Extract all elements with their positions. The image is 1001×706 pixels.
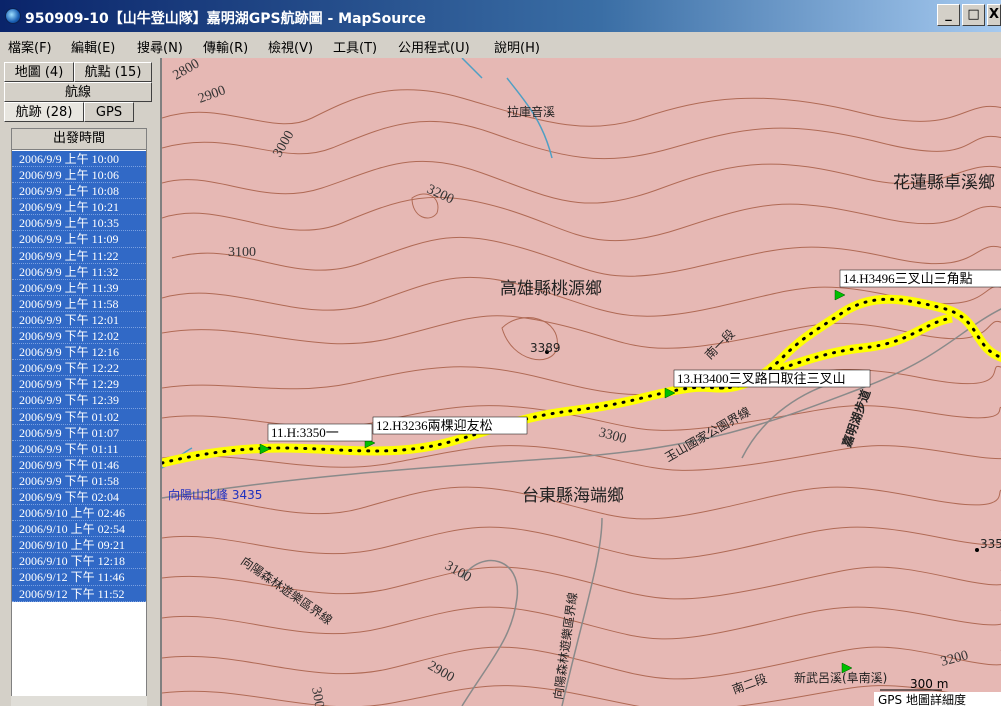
place-label-xinwu-creek: 新武呂溪(阜南溪) — [794, 670, 887, 685]
list-horizontal-scrollbar[interactable] — [11, 696, 147, 706]
table-row[interactable]: 2006/9/9 上午 11:22 — [12, 247, 146, 264]
waypoint-label-14[interactable]: 14.H3496三叉山三角點 — [843, 271, 973, 286]
table-row[interactable]: 2006/9/9 下午 12:01 — [12, 311, 146, 329]
boundary-label-yushan: 玉山國家公園界線 — [662, 404, 753, 465]
table-row[interactable]: 2006/9/9 上午 11:09 — [12, 231, 146, 248]
waypoint-label-13[interactable]: 13.H3400三叉路口取往三叉山 — [677, 371, 846, 386]
window-title: 950909-10【山牛登山隊】嘉明湖GPS航跡圖 - MapSource — [25, 11, 426, 27]
table-row[interactable]: 2006/9/9 下午 01:11 — [12, 440, 146, 457]
menu-search[interactable]: 搜尋(N) — [137, 37, 183, 56]
table-row[interactable]: 2006/9/9 下午 12:39 — [12, 392, 146, 409]
map-scale: 300 m GPS 地圖詳細度 — [874, 677, 1001, 706]
table-row[interactable]: 2006/9/9 上午 10:00 — [12, 151, 146, 168]
table-row[interactable]: 2006/9/9 下午 02:04 — [12, 488, 146, 506]
elevation-label-335: 335 — [980, 537, 1001, 551]
table-row[interactable]: 2006/9/12 下午 11:52 — [12, 585, 146, 602]
region-label-hualien: 花蓮縣卓溪鄉 — [893, 173, 995, 193]
contour-label-2900: 2900 — [196, 83, 227, 107]
close-button[interactable]: X — [987, 4, 1001, 26]
waypoint-label-12[interactable]: 12.H3236兩棵迎友松 — [376, 418, 493, 433]
tab-maps[interactable]: 地圖 (4) — [4, 62, 74, 82]
contour-label-3000: 3000 — [270, 128, 297, 160]
table-row[interactable]: 2006/9/9 上午 11:58 — [12, 295, 146, 312]
table-row[interactable]: 2006/9/9 下午 12:22 — [12, 360, 146, 377]
topo-map[interactable]: 11.H:3350一 12.H3236兩棵迎友松 13.H3400三叉路口取往三… — [162, 58, 1001, 706]
menu-utilities[interactable]: 公用程式(U) — [398, 37, 470, 56]
boundary-label-forest-east: 向陽森林遊樂區界線 — [550, 591, 580, 700]
boundary-lines — [162, 308, 1001, 706]
contour-label-2900-south: 2900 — [425, 658, 457, 685]
region-label-kaohsiung: 高雄縣桃源鄉 — [500, 279, 602, 299]
contour-label-3100: 3100 — [228, 245, 256, 260]
contour-label-3200-south: 3200 — [939, 648, 970, 670]
column-header-start-time[interactable]: 出發時間 — [12, 129, 146, 150]
menu-file[interactable]: 檔案(F) — [8, 37, 52, 56]
table-row[interactable]: 2006/9/9 下午 01:02 — [12, 408, 146, 425]
table-row[interactable]: 2006/9/12 下午 11:46 — [12, 569, 146, 586]
place-label-lakuyin-creek: 拉庫音溪 — [507, 104, 555, 119]
table-row[interactable]: 2006/9/9 下午 01:07 — [12, 424, 146, 441]
map-detail-label: GPS 地圖詳細度 — [878, 692, 966, 706]
table-row[interactable]: 2006/9/9 下午 12:29 — [12, 376, 146, 393]
table-row[interactable]: 2006/9/9 上午 11:39 — [12, 279, 146, 296]
menu-transfer[interactable]: 傳輸(R) — [203, 37, 248, 56]
track-rows: 2006/9/9 上午 10:00 2006/9/9 上午 10:06 2006… — [12, 151, 146, 602]
trail-label-south-section-1: 南一段 — [702, 326, 738, 362]
tab-tracks[interactable]: 航跡 (28) — [4, 102, 84, 122]
trail-label-jiaming: 嘉明湖步道 — [838, 387, 873, 449]
contour-label-3300: 3300 — [597, 425, 628, 447]
table-row[interactable]: 2006/9/9 上午 10:06 — [12, 167, 146, 184]
peak-label-xiangyang-north: 向陽山北峰 3435 — [168, 487, 262, 502]
tab-routes[interactable]: 航線 — [4, 82, 152, 102]
table-row[interactable]: 2006/9/9 下午 12:02 — [12, 328, 146, 345]
contour-lines — [162, 89, 1001, 706]
table-row[interactable]: 2006/9/10 上午 02:46 — [12, 505, 146, 522]
waypoint-flag-icon[interactable] — [834, 289, 846, 301]
menu-bar: 檔案(F) 編輯(E) 搜尋(N) 傳輸(R) 檢視(V) 工具(T) 公用程式… — [0, 32, 1001, 58]
table-row[interactable]: 2006/9/9 上午 11:32 — [12, 263, 146, 280]
tab-waypoints[interactable]: 航點 (15) — [74, 62, 152, 82]
menu-tools[interactable]: 工具(T) — [333, 37, 377, 56]
table-row[interactable]: 2006/9/10 上午 09:21 — [12, 537, 146, 554]
table-row[interactable]: 2006/9/9 上午 10:08 — [12, 183, 146, 200]
contour-label-2800: 2800 — [171, 58, 203, 83]
boundary-label-forest-west: 向陽森林遊樂區界線 — [238, 553, 335, 627]
elevation-label-3389: 3389 — [530, 341, 561, 355]
mapsource-globe-icon[interactable] — [5, 8, 21, 24]
rivers — [162, 58, 553, 469]
menu-edit[interactable]: 編輯(E) — [71, 37, 115, 56]
table-row[interactable]: 2006/9/9 下午 12:16 — [12, 344, 146, 361]
data-panel: 地圖 (4) 航點 (15) 航線 航跡 (28) GPS 出發時間 2006/… — [0, 58, 160, 706]
table-row[interactable]: 2006/9/9 上午 10:35 — [12, 215, 146, 232]
contour-label-3000-south: 3000 — [308, 686, 328, 706]
title-bar: 950909-10【山牛登山隊】嘉明湖GPS航跡圖 - MapSource _ … — [0, 0, 1001, 32]
scale-label: 300 m — [910, 677, 948, 691]
table-row[interactable]: 2006/9/9 上午 10:21 — [12, 199, 146, 216]
table-row[interactable]: 2006/9/9 下午 01:46 — [12, 456, 146, 473]
contour-label-3200: 3200 — [424, 182, 456, 207]
map-view[interactable]: 11.H:3350一 12.H3236兩棵迎友松 13.H3400三叉路口取往三… — [160, 58, 1001, 706]
region-label-taitung: 台東縣海端鄉 — [522, 486, 624, 506]
menu-view[interactable]: 檢視(V) — [268, 37, 313, 56]
track-list[interactable]: 出發時間 2006/9/9 上午 10:00 2006/9/9 上午 10:06… — [11, 128, 147, 698]
waypoint-label-11[interactable]: 11.H:3350一 — [271, 425, 339, 440]
table-row[interactable]: 2006/9/9 下午 01:58 — [12, 472, 146, 489]
minimize-button[interactable]: _ — [937, 4, 960, 26]
elevation-point — [975, 548, 979, 552]
trail-label-south-section-2: 南二段 — [730, 670, 769, 696]
contour-label-3100-south: 3100 — [442, 558, 474, 585]
tab-gps[interactable]: GPS — [84, 102, 134, 122]
table-row[interactable]: 2006/9/10 下午 12:18 — [12, 553, 146, 570]
menu-help[interactable]: 說明(H) — [494, 37, 540, 56]
table-row[interactable]: 2006/9/10 上午 02:54 — [12, 521, 146, 538]
maximize-button[interactable]: □ — [962, 4, 985, 26]
